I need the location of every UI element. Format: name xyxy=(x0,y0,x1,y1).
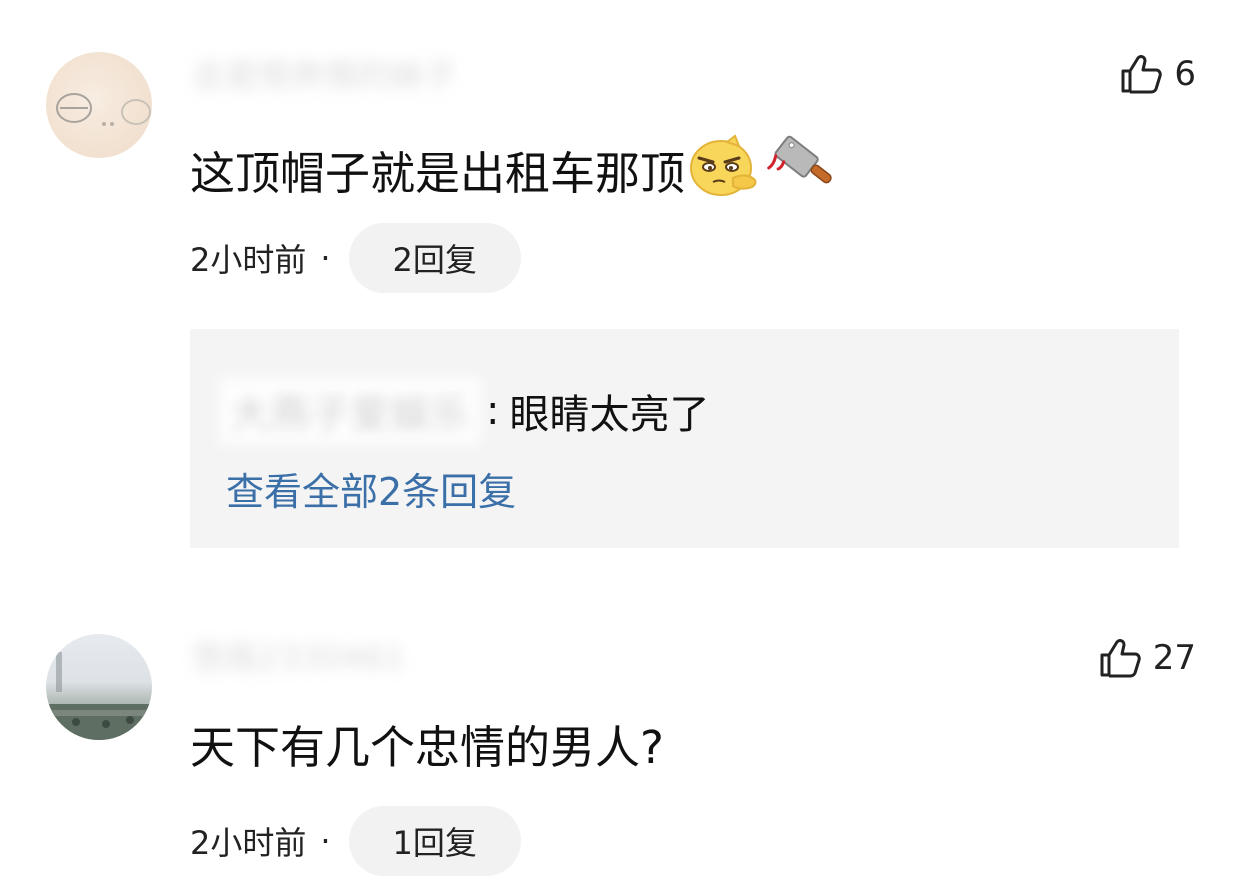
comment-body: 天下有几个忠情的男人? xyxy=(190,721,664,774)
comment-meta: 2小时前 · 1回复 xyxy=(190,806,521,876)
cleaver-knife-emoji xyxy=(767,134,837,213)
like-count: 6 xyxy=(1174,54,1196,94)
reply-preview-line: 大燕子爱娱乐 : 眼睛太亮了 xyxy=(220,378,710,444)
like-button[interactable]: 27 xyxy=(1099,636,1196,680)
comment-text: 这顶帽子就是出租车那顶 xyxy=(190,134,837,213)
comment-item: 悠哉2330461 27 天下有几个忠情的男人? 2小时前 · 1回复 xyxy=(0,600,1242,896)
timestamp: 2小时前 xyxy=(190,241,307,279)
thumbs-up-icon xyxy=(1100,639,1141,678)
avatar-image xyxy=(56,93,151,126)
avatar[interactable] xyxy=(46,52,152,158)
username[interactable]: 总是恨奔情的妹子 xyxy=(192,54,456,98)
comment-body: 这顶帽子就是出租车那顶 xyxy=(190,146,686,200)
comment-item: 总是恨奔情的妹子 6 这顶帽子就是出租车那顶 2小时前 · 2回复 大燕子爱娱乐… xyxy=(0,0,1242,570)
reply-button[interactable]: 2回复 xyxy=(348,223,521,293)
reply-colon: : xyxy=(486,388,500,434)
comment-text: 天下有几个忠情的男人? xyxy=(190,718,664,778)
replies-preview: 大燕子爱娱乐 : 眼睛太亮了 查看全部2条回复 xyxy=(190,329,1179,548)
separator-dot: · xyxy=(320,822,331,860)
separator-dot: · xyxy=(320,239,331,277)
thumbs-up-icon xyxy=(1121,55,1163,94)
like-count: 27 xyxy=(1152,638,1196,678)
username[interactable]: 悠哉2330461 xyxy=(192,636,405,680)
thinking-face-emoji xyxy=(687,134,765,213)
timestamp: 2小时前 xyxy=(190,824,307,862)
reply-username[interactable]: 大燕子爱娱乐 xyxy=(220,378,480,444)
avatar[interactable] xyxy=(46,634,152,740)
reply-text: 眼睛太亮了 xyxy=(509,392,710,438)
avatar-image xyxy=(46,652,152,740)
comment-meta: 2小时前 · 2回复 xyxy=(190,223,521,293)
view-all-replies-link[interactable]: 查看全部2条回复 xyxy=(226,465,516,519)
like-button[interactable]: 6 xyxy=(1120,52,1196,96)
reply-button[interactable]: 1回复 xyxy=(348,806,521,876)
